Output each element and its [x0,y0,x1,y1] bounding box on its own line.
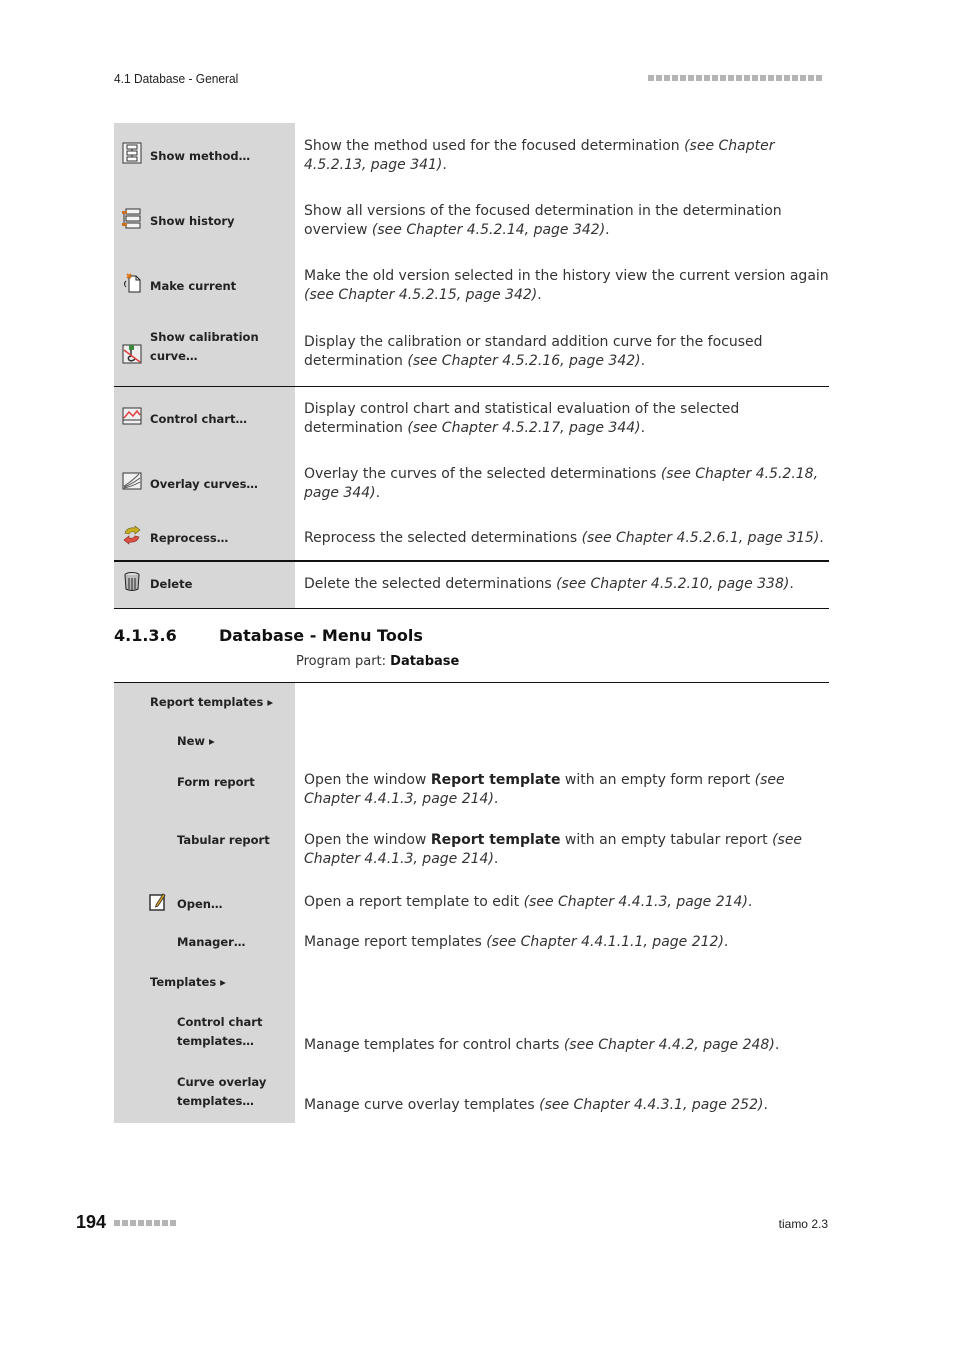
menu-item-form-report: Form report [177,774,255,789]
commands-table: Show method… Show the method used for th… [114,123,829,609]
command-label: Show method… [150,148,251,163]
calibration-curve-icon [122,344,142,364]
show-history-icon [122,208,141,228]
delete-icon [124,571,140,591]
table-row: Curve overlay templates… Manage curve ov… [114,1060,829,1123]
command-description: Display control chart and statistical ev… [304,400,740,436]
control-chart-icon [122,407,142,425]
table-row: Overlay curves… Overlay the curves of th… [114,451,829,516]
command-description: Show the method used for the focused det… [304,137,775,173]
page-number: 194 [76,1212,107,1232]
table-row: New ▸ [114,722,829,761]
table-row: Manager… Manage report templates (see Ch… [114,922,829,963]
menu-item-description: Open the window Report template with an … [304,831,803,867]
table-row: Make current Make the old version select… [114,253,829,318]
product-version: tiamo 2.3 [778,1217,828,1231]
reprocess-icon [123,525,141,545]
command-description: Display the calibration or standard addi… [295,318,829,387]
section-number: 4.1.3.6 [114,626,177,645]
overlay-curves-icon [122,472,142,489]
menu-item-templates: Templates ▸ [150,975,226,989]
command-description: Show all versions of the focused determi… [304,202,782,238]
edit-document-icon [149,892,166,911]
command-description: Overlay the curves of the selected deter… [304,465,819,501]
command-label: Reprocess… [150,531,229,545]
menu-item-tabular-report: Tabular report [177,832,270,847]
menu-item-report-templates: Report templates ▸ [150,695,274,710]
command-description: Reprocess the selected determinations (s… [304,529,824,546]
table-row: Reprocess… Reprocess the selected determ… [114,516,829,561]
command-label: Control chart… [150,411,247,426]
make-current-icon [124,272,141,292]
command-label: Overlay curves… [150,476,258,491]
menu-item-new: New ▸ [177,734,215,748]
table-row: Show calibration curve… Display the cali… [114,318,829,387]
table-row: Control chart templates… Manage template… [114,1002,829,1061]
command-label: Make current [150,278,237,293]
menu-item-description: Open the window Report template with an … [304,771,785,807]
table-row: Show history Show all versions of the fo… [114,188,829,253]
command-description: Delete the selected determinations (see … [295,560,829,609]
menu-item-open: Open… [114,892,295,914]
menu-item-manager: Manager… [177,935,246,949]
header-decoration [648,75,822,81]
menu-item-description: Manage curve overlay templates (see Chap… [304,1096,768,1113]
table-row: Report templates ▸ [114,682,829,723]
running-header-section: 4.1 Database - General [114,71,239,86]
menu-item-curve-overlay-templates: Curve overlay templates… [177,1074,267,1108]
footer-decoration [114,1220,176,1226]
table-row: Templates ▸ [114,962,829,1003]
section-title: Database - Menu Tools [219,626,423,645]
table-row: Form report Open the window Report templ… [114,760,829,819]
menu-item-description: Manage report templates (see Chapter 4.4… [304,934,729,950]
menu-item-description: Manage templates for control charts (see… [304,1036,780,1053]
table-row: Control chart… Display control chart and… [114,386,829,451]
section-heading: 4.1.3.6 Database - Menu Tools [114,626,423,645]
table-row: Show method… Show the method used for th… [114,123,829,188]
table-row: Delete Delete the selected determination… [114,560,829,609]
command-label: Show calibration curve… [150,329,259,363]
program-part: Program part: Database [296,654,460,669]
menu-item-control-chart-templates: Control chart templates… [177,1014,263,1048]
command-label: Show history [150,213,235,228]
table-row: Open… Open a report template to edit (se… [114,882,829,923]
menu-item-description: Open a report template to edit (see Chap… [304,894,753,910]
command-label: Delete [150,576,193,591]
command-description: Make the old version selected in the his… [304,267,829,303]
program-part-value: Database [390,654,460,669]
show-method-icon [122,142,142,163]
table-row: Tabular report Open the window Report te… [114,818,829,883]
tools-menu-table: Report templates ▸ New ▸ Form report Ope… [114,682,829,1123]
